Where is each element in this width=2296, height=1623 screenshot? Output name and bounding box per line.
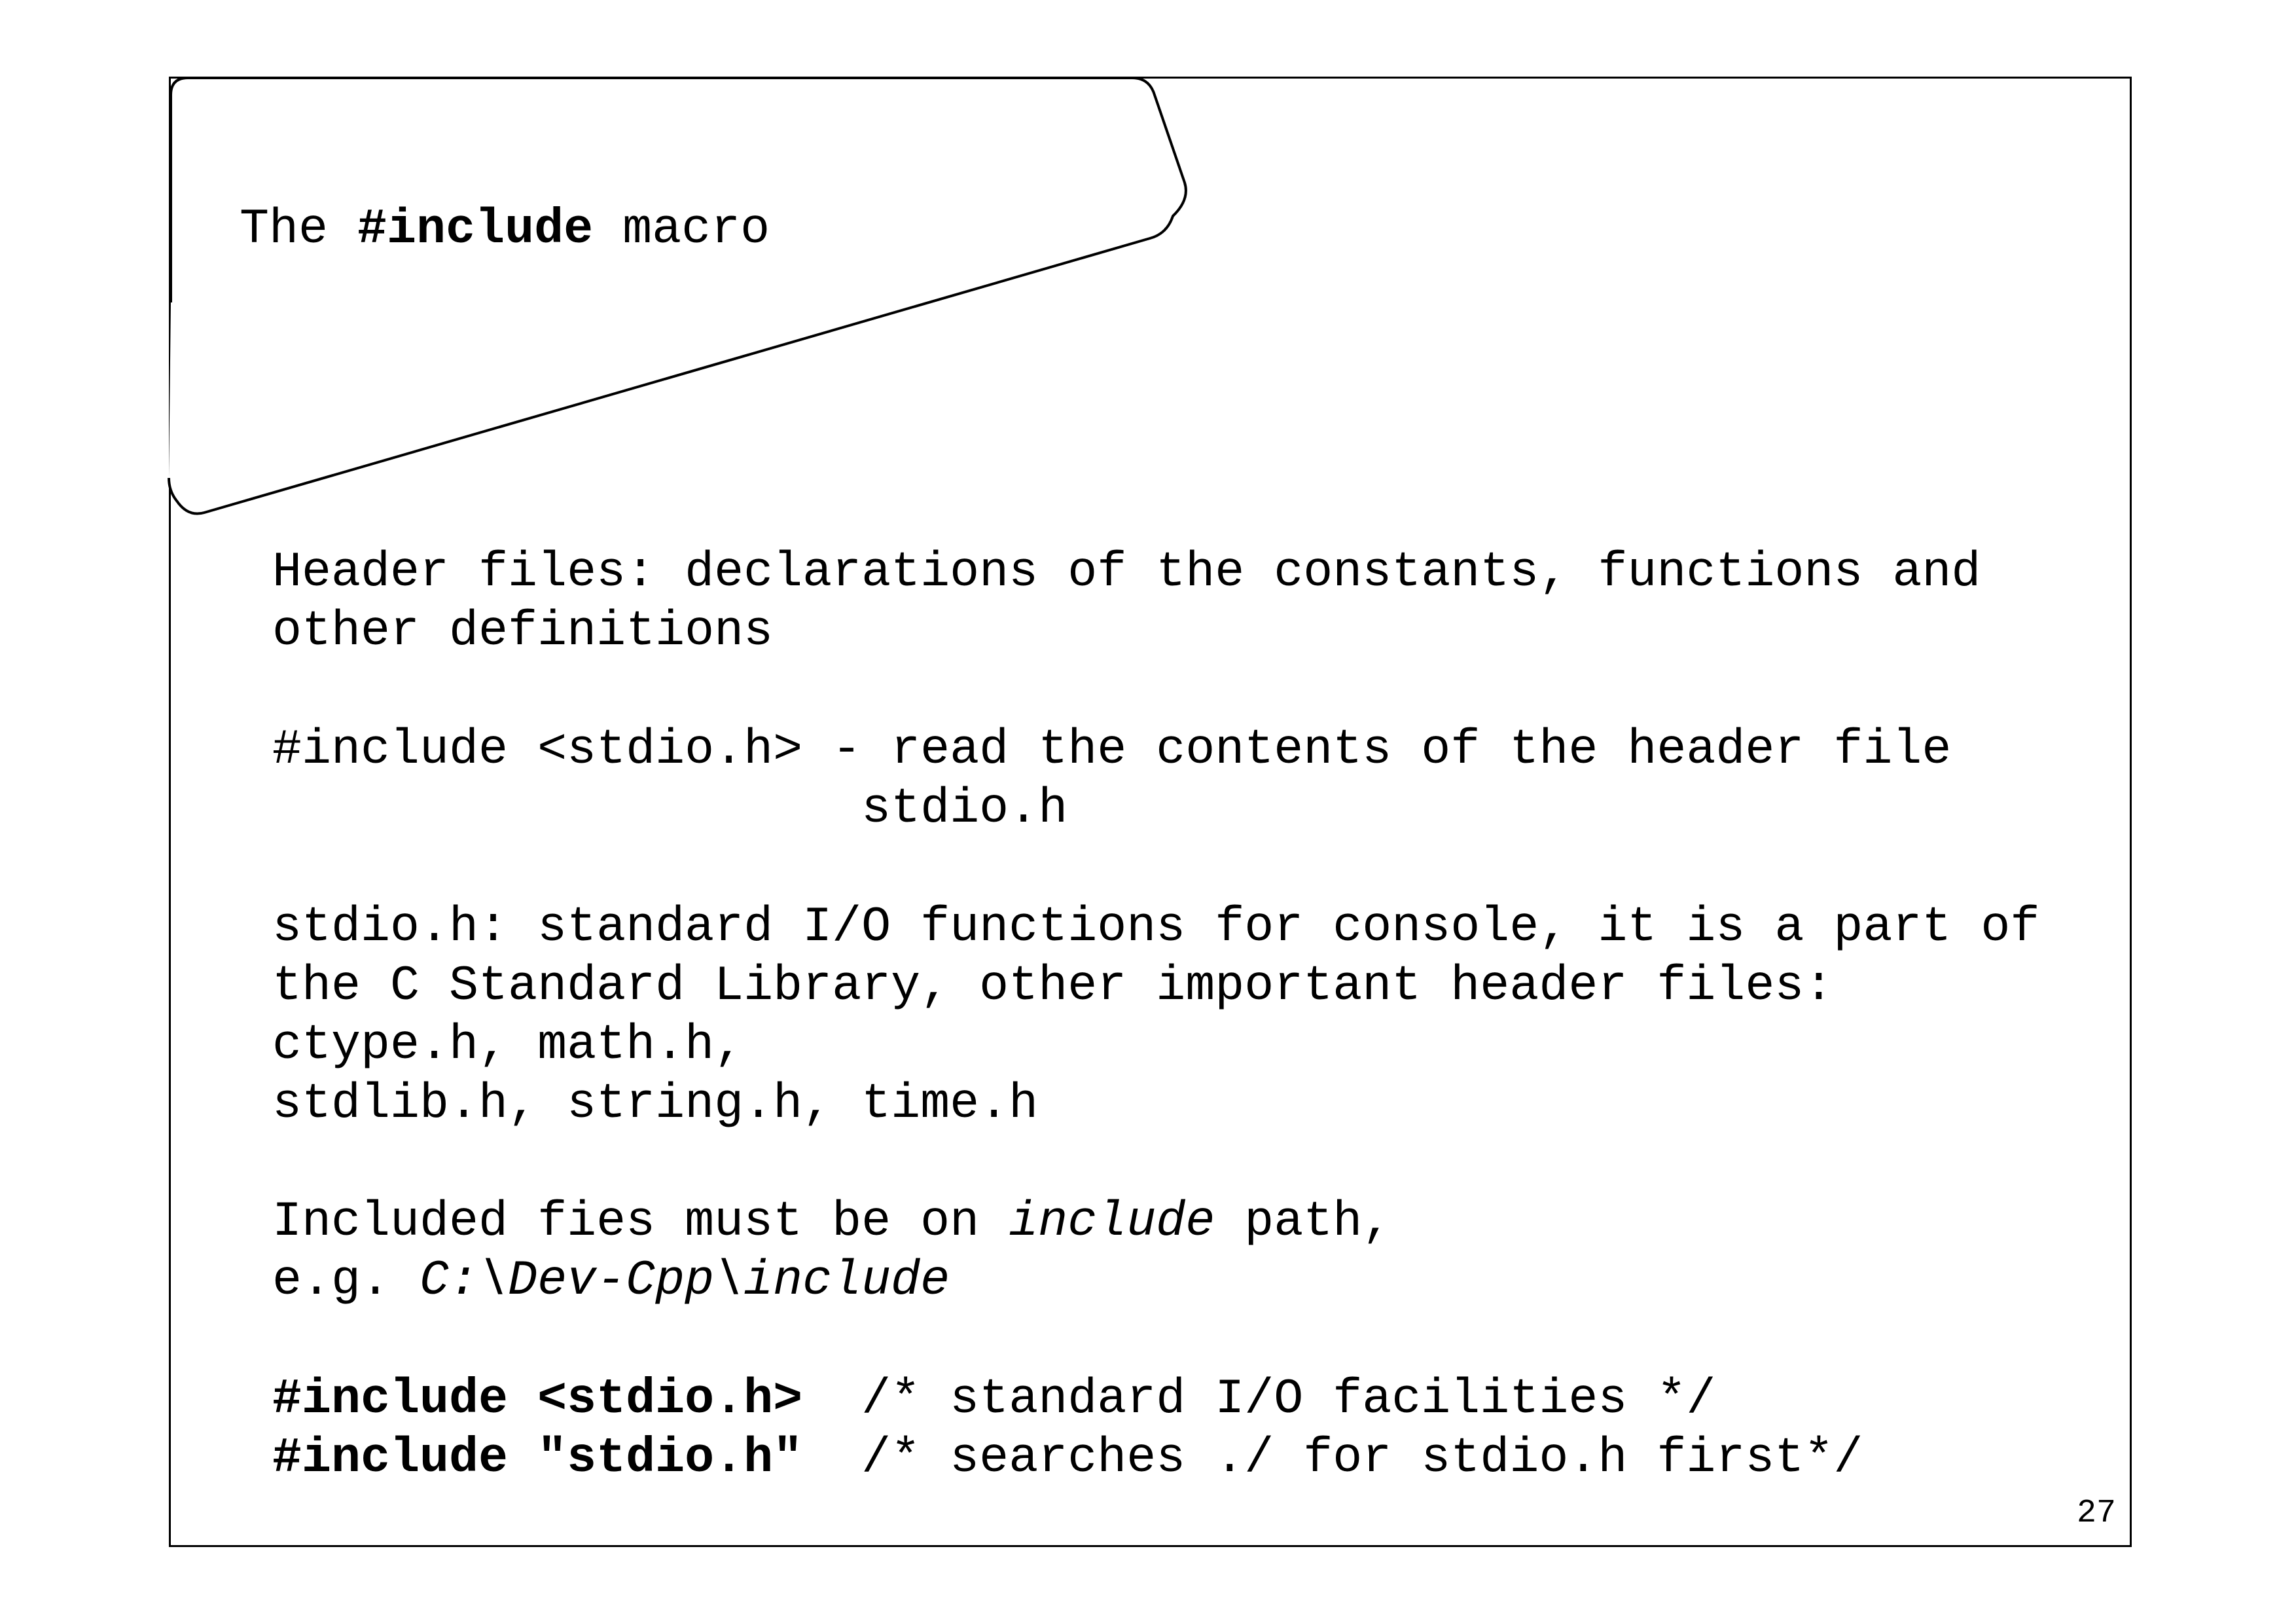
para4-line1: Included fies must be on include path, <box>272 1193 1391 1252</box>
para4-line1-text-b: path, <box>1215 1194 1392 1250</box>
title-suffix: macro <box>593 202 770 257</box>
para4-line2-text-a: e.g. <box>272 1253 420 1309</box>
code-line2-directive: #include "stdio.h" <box>272 1431 803 1486</box>
para4-line2: e.g. C:\Dev-Cpp\include <box>272 1252 950 1311</box>
para2-line1: #include <stdio.h> - read the contents o… <box>272 722 1952 778</box>
code-line1-comment: /* standard I/O facilities */ <box>802 1372 1716 1427</box>
para3-line3: ctype.h, math.h, <box>272 1017 744 1073</box>
code-line2: #include "stdio.h" /* searches ./ for st… <box>272 1429 1863 1488</box>
code-line2-comment: /* searches ./ for stdio.h first*/ <box>802 1431 1863 1486</box>
para3-line4: stdlib.h, string.h, time.h <box>272 1076 1039 1132</box>
para3-line1: stdio.h: standard I/O functions for cons… <box>272 900 2040 955</box>
title-keyword: #include <box>357 202 594 257</box>
para4-line1-text-a: Included fies must be on <box>272 1194 1009 1250</box>
code-line1-directive: #include <stdio.h> <box>272 1372 803 1427</box>
title-prefix: The <box>240 202 358 257</box>
para4-line2-italic: C:\Dev-Cpp\include <box>420 1253 950 1309</box>
para1-line1: Header files: declarations of the consta… <box>272 545 1981 600</box>
para1-line2: other definitions <box>272 604 774 659</box>
para2-line2: stdio.h <box>272 781 1068 837</box>
page-number: 27 <box>2076 1495 2116 1532</box>
para4-line1-italic: include <box>1009 1194 1215 1250</box>
para3-line2: the C Standard Library, other important … <box>272 958 1834 1014</box>
slide-title: The #include macro <box>240 200 770 259</box>
code-line1: #include <stdio.h> /* standard I/O facil… <box>272 1370 1715 1429</box>
